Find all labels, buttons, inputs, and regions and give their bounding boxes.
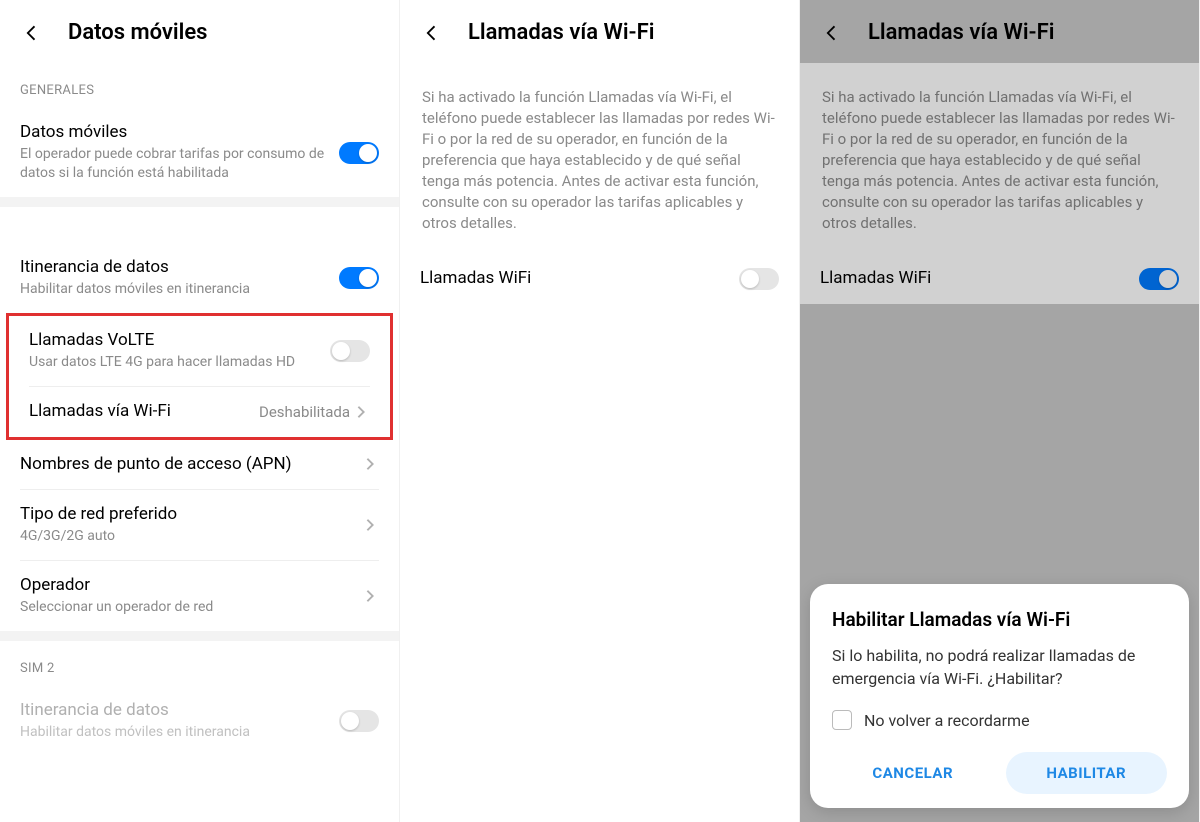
row-wifi-calls[interactable]: Llamadas WiFi [800,254,1199,304]
chevron-right-icon [365,518,379,532]
row-operator[interactable]: Operador Seleccionar un operador de red [0,561,399,631]
volte-sub: Usar datos LTE 4G para hacer llamadas HD [29,353,318,372]
net-type-sub: 4G/3G/2G auto [20,527,353,546]
wifi-calls-toggle[interactable] [1139,268,1179,290]
header: Llamadas vía Wi-Fi [800,0,1199,63]
section-generales: GENERALES [0,63,399,108]
checkbox-icon[interactable] [832,710,852,730]
enable-wifi-dialog: Habilitar Llamadas vía Wi-Fi Si lo habil… [810,584,1189,808]
wifi-calls-toggle[interactable] [739,268,779,290]
row-roaming[interactable]: Itinerancia de datos Habilitar datos móv… [0,243,399,313]
header: Datos móviles [0,0,399,63]
page-title: Llamadas vía Wi-Fi [468,20,654,45]
row-roaming-sim2: Itinerancia de datos Habilitar datos móv… [0,686,399,756]
roaming2-label: Itinerancia de datos [20,700,327,721]
apn-label: Nombres de punto de acceso (APN) [20,454,353,475]
back-icon[interactable] [420,21,444,45]
screen-mobile-data: Datos móviles GENERALES Datos móviles El… [0,0,400,822]
roaming2-sub: Habilitar datos móviles en itinerancia [20,723,327,742]
cancel-button[interactable]: CANCELAR [832,752,994,794]
operator-label: Operador [20,575,353,596]
row-mobile-data[interactable]: Datos móviles El operador puede cobrar t… [0,108,399,197]
highlight-box: Llamadas VoLTE Usar datos LTE 4G para ha… [6,313,393,439]
chevron-right-icon [365,589,379,603]
row-volte[interactable]: Llamadas VoLTE Usar datos LTE 4G para ha… [9,316,390,386]
mobile-data-label: Datos móviles [20,122,327,143]
roaming-toggle[interactable] [339,267,379,289]
screen-wifi-calling-dialog: Llamadas vía Wi-Fi Si ha activado la fun… [800,0,1200,822]
info-text: Si ha activado la función Llamadas vía W… [800,63,1199,254]
page-title: Llamadas vía Wi-Fi [868,20,1054,45]
mobile-data-toggle[interactable] [339,142,379,164]
row-wifi-calls[interactable]: Llamadas WiFi [400,254,799,304]
info-text: Si ha activado la función Llamadas vía W… [400,63,799,254]
volte-label: Llamadas VoLTE [29,330,318,351]
header: Llamadas vía Wi-Fi [400,0,799,63]
divider [0,631,399,641]
wifi-calls-label: Llamadas WiFi [420,268,727,289]
roaming-label: Itinerancia de datos [20,257,327,278]
operator-sub: Seleccionar un operador de red [20,598,353,617]
screen-wifi-calling-off: Llamadas vía Wi-Fi Si ha activado la fun… [400,0,800,822]
page-title: Datos móviles [68,20,208,45]
back-icon[interactable] [20,21,44,45]
row-wifi-calls[interactable]: Llamadas vía Wi-Fi Deshabilitada [9,387,390,436]
dialog-actions: CANCELAR HABILITAR [832,752,1167,794]
dialog-title: Habilitar Llamadas vía Wi-Fi [832,608,1167,631]
divider [0,197,399,207]
dialog-body: Si lo habilita, no podrá realizar llamad… [832,645,1167,690]
wifi-calls-label: Llamadas WiFi [820,268,1127,289]
roaming-sub: Habilitar datos móviles en itinerancia [20,280,327,299]
roaming2-toggle [339,710,379,732]
back-icon[interactable] [820,21,844,45]
row-net-type[interactable]: Tipo de red preferido 4G/3G/2G auto [0,490,399,560]
dialog-remember-label: No volver a recordarme [864,711,1030,730]
net-type-label: Tipo de red preferido [20,504,353,525]
wifi-calls-value: Deshabilitada [259,403,350,421]
row-apn[interactable]: Nombres de punto de acceso (APN) [0,440,399,489]
mobile-data-sub: El operador puede cobrar tarifas por con… [20,145,327,183]
chevron-right-icon [365,457,379,471]
enable-button[interactable]: HABILITAR [1006,752,1168,794]
chevron-right-icon [356,405,370,419]
wifi-calls-label: Llamadas vía Wi-Fi [29,401,247,422]
dialog-remember-row[interactable]: No volver a recordarme [832,710,1167,730]
section-sim2: SIM 2 [0,641,399,686]
volte-toggle[interactable] [330,340,370,362]
